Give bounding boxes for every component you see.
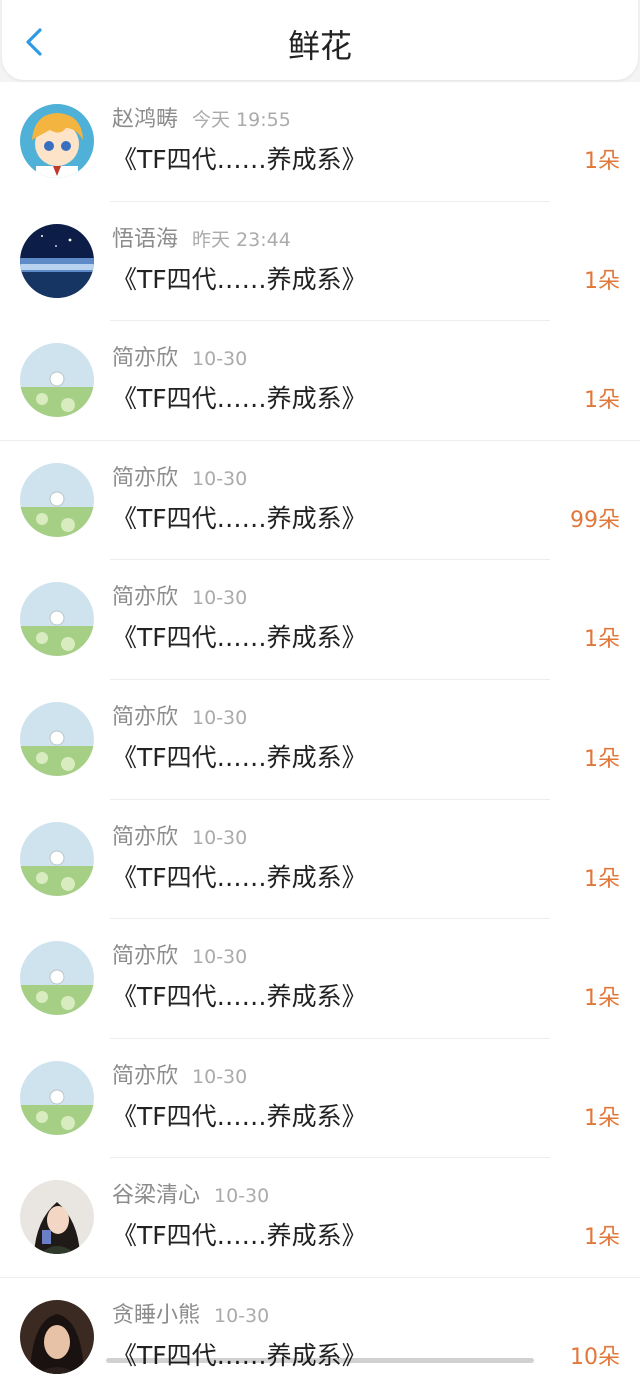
- flower-count: 1朵: [584, 388, 620, 414]
- list-item[interactable]: 简亦欣 10-30 《TF四代……养成系》 1朵: [0, 560, 640, 680]
- girl-photo-avatar[interactable]: [20, 1299, 94, 1374]
- send-time: 10-30: [214, 1304, 270, 1327]
- send-time: 10-30: [214, 1185, 270, 1208]
- list-item[interactable]: 谷梁清心 10-30 《TF四代……养成系》 1朵: [0, 1158, 640, 1278]
- meadow-avatar[interactable]: [20, 343, 94, 418]
- book-title: 《TF四代……养成系》: [112, 982, 367, 1012]
- send-time: 10-30: [192, 587, 248, 610]
- book-title: 《TF四代……养成系》: [112, 1340, 367, 1370]
- book-title: 《TF四代……养成系》: [112, 623, 367, 653]
- sender-name: 简亦欣: [112, 1063, 179, 1089]
- night-sky-avatar[interactable]: [20, 223, 94, 298]
- sender-name: 简亦欣: [112, 824, 179, 850]
- list-item[interactable]: 悟语海 昨天 23:44 《TF四代……养成系》 1朵: [0, 202, 640, 322]
- flower-count: 1朵: [584, 986, 620, 1012]
- flower-count: 1朵: [584, 627, 620, 653]
- list-item[interactable]: 简亦欣 10-30 《TF四代……养成系》 1朵: [0, 680, 640, 800]
- book-title: 《TF四代……养成系》: [112, 384, 367, 414]
- list-item[interactable]: 赵鸿畴 今天 19:55 《TF四代……养成系》 1朵: [0, 82, 640, 202]
- book-title: 《TF四代……养成系》: [112, 503, 367, 533]
- send-time: 今天 19:55: [192, 109, 291, 131]
- flower-count: 1朵: [584, 1105, 620, 1131]
- list-item[interactable]: 简亦欣 10-30 《TF四代……养成系》 1朵: [0, 800, 640, 920]
- flower-count: 1朵: [584, 149, 620, 174]
- send-time: 10-30: [192, 826, 248, 849]
- send-time: 10-30: [192, 1065, 248, 1088]
- meadow-avatar[interactable]: [20, 941, 94, 1016]
- flower-count: 1朵: [584, 268, 620, 294]
- flower-count: 1朵: [584, 1225, 620, 1251]
- send-time: 10-30: [192, 467, 248, 490]
- anime-boy-avatar[interactable]: [20, 104, 94, 178]
- send-time: 10-30: [192, 348, 248, 371]
- flower-count: 10朵: [570, 1344, 620, 1370]
- sender-name: 简亦欣: [112, 585, 179, 611]
- sender-name: 简亦欣: [112, 346, 179, 372]
- flower-count: 1朵: [584, 866, 620, 892]
- horizontal-scrollbar[interactable]: [106, 1358, 534, 1363]
- book-title: 《TF四代……养成系》: [112, 742, 367, 772]
- list-item[interactable]: 贪睡小熊 10-30 《TF四代……养成系》 10朵: [0, 1278, 640, 1398]
- list-item[interactable]: 简亦欣 10-30 《TF四代……养成系》 1朵: [0, 1039, 640, 1159]
- book-title: 《TF四代……养成系》: [112, 264, 367, 294]
- send-time: 昨天 23:44: [192, 228, 291, 251]
- list-item[interactable]: 简亦欣 10-30 《TF四代……养成系》 1朵: [0, 919, 640, 1039]
- send-time: 10-30: [192, 946, 248, 969]
- book-title: 《TF四代……养成系》: [112, 1221, 367, 1251]
- sender-name: 谷梁清心: [112, 1183, 201, 1209]
- flower-count: 99朵: [570, 507, 620, 533]
- flower-list: 赵鸿畴 今天 19:55 《TF四代……养成系》 1朵 悟语海 昨天 23:44 《…: [0, 82, 640, 1398]
- meadow-avatar[interactable]: [20, 701, 94, 776]
- sender-name: 简亦欣: [112, 465, 179, 491]
- meadow-avatar[interactable]: [20, 1060, 94, 1135]
- book-title: 《TF四代……养成系》: [112, 145, 367, 174]
- girl-photo-avatar[interactable]: [20, 1180, 94, 1255]
- sender-name: 简亦欣: [112, 704, 179, 730]
- send-time: 10-30: [192, 706, 248, 729]
- sender-name: 简亦欣: [112, 944, 179, 970]
- sender-name: 贪睡小熊: [112, 1302, 201, 1328]
- sender-name: 悟语海: [112, 226, 179, 252]
- meadow-avatar[interactable]: [20, 821, 94, 896]
- list-item[interactable]: 简亦欣 10-30 《TF四代……养成系》 99朵: [0, 441, 640, 561]
- book-title: 《TF四代……养成系》: [112, 1101, 367, 1131]
- meadow-avatar[interactable]: [20, 582, 94, 657]
- page-title: 鲜花: [287, 27, 352, 65]
- sender-name: 赵鸿畴: [112, 107, 179, 132]
- meadow-avatar[interactable]: [20, 462, 94, 537]
- book-title: 《TF四代……养成系》: [112, 862, 367, 892]
- header-bar: 鲜花: [2, 0, 638, 80]
- list-item[interactable]: 简亦欣 10-30 《TF四代……养成系》 1朵: [0, 321, 640, 441]
- flower-count: 1朵: [584, 746, 620, 772]
